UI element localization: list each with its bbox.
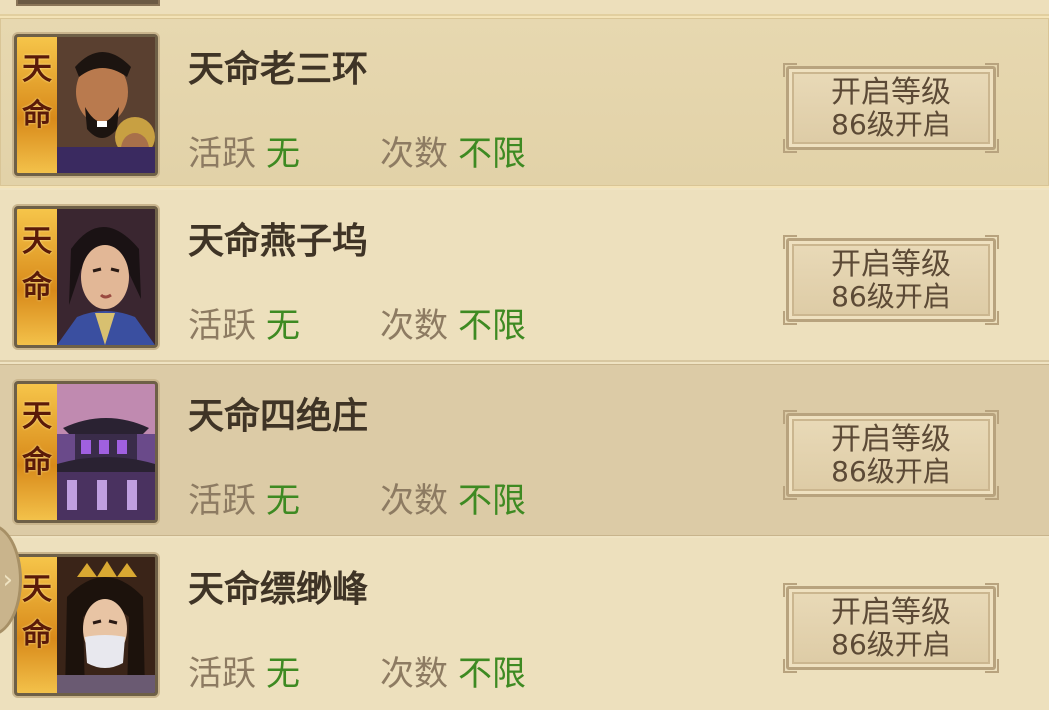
active-stat: 活跃无 [188, 126, 300, 175]
active-stat: 活跃无 [188, 473, 300, 522]
count-label: 次数 [380, 134, 448, 174]
count-stat: 次数 不限 [380, 126, 526, 175]
stage-portrait: 天命 [14, 206, 158, 348]
tianming-badge: 天命 [17, 209, 57, 345]
stage-row-piaomiaofeng[interactable]: 天命 天命缥缈峰 活跃无 次数 不限 开启等级 86级开启 [0, 538, 1049, 710]
stage-title: 天命缥缈峰 [188, 569, 369, 610]
stage-title: 天命燕子坞 [188, 221, 369, 262]
open-level-label: 开启等级 [831, 422, 951, 457]
count-label: 次数 [380, 306, 448, 346]
open-level-label: 开启等级 [831, 595, 951, 630]
open-level-value: 86级开启 [831, 108, 951, 141]
stage-portrait: 天命 [14, 34, 158, 176]
count-value: 不限 [458, 306, 526, 346]
open-level-button[interactable]: 开启等级 86级开启 [783, 63, 999, 153]
tianming-badge: 天命 [17, 384, 57, 520]
warlord-portrait-icon [57, 37, 155, 173]
veiled-woman-portrait-icon [57, 557, 155, 693]
stage-row-sijuezhuang[interactable]: 天命 天命四绝庄 活跃无 次数 不限 开启等级 86级开启 [0, 364, 1049, 536]
stage-row-laosanhuan[interactable]: 天命 天命老三环 活跃无 次数 不限 开启等级 86级开启 [0, 16, 1049, 188]
stage-portrait: 天命 [14, 554, 158, 696]
count-stat: 次数 不限 [380, 298, 526, 347]
pavilion-building-icon [57, 384, 155, 520]
active-value: 无 [266, 481, 300, 521]
open-level-label: 开启等级 [831, 247, 951, 282]
active-stat: 活跃无 [188, 646, 300, 695]
open-level-value: 86级开启 [831, 628, 951, 661]
open-level-value: 86级开启 [831, 280, 951, 313]
active-value: 无 [266, 306, 300, 346]
active-label: 活跃 [188, 654, 256, 694]
stage-portrait: 天命 [14, 381, 158, 523]
open-level-value: 86级开启 [831, 455, 951, 488]
count-stat: 次数 不限 [380, 646, 526, 695]
count-value: 不限 [458, 654, 526, 694]
tianming-badge: 天命 [17, 37, 57, 173]
active-label: 活跃 [188, 134, 256, 174]
previous-row-edge [0, 0, 1049, 16]
count-value: 不限 [458, 481, 526, 521]
count-stat: 次数 不限 [380, 473, 526, 522]
stage-row-yanziwu[interactable]: 天命 天命燕子坞 活跃无 次数 不限 开启等级 86级开启 [0, 190, 1049, 362]
count-label: 次数 [380, 481, 448, 521]
open-level-button[interactable]: 开启等级 86级开启 [783, 410, 999, 500]
count-label: 次数 [380, 654, 448, 694]
stage-title: 天命四绝庄 [188, 396, 369, 437]
chevron-right-icon: › [2, 565, 13, 595]
open-level-button[interactable]: 开启等级 86级开启 [783, 235, 999, 325]
young-swordsman-portrait-icon [57, 209, 155, 345]
count-value: 不限 [458, 134, 526, 174]
tianming-badge: 天命 [17, 557, 57, 693]
previous-portrait-frame [16, 0, 160, 6]
open-level-button[interactable]: 开启等级 86级开启 [783, 583, 999, 673]
active-value: 无 [266, 134, 300, 174]
active-label: 活跃 [188, 481, 256, 521]
active-label: 活跃 [188, 306, 256, 346]
stage-title: 天命老三环 [188, 49, 369, 90]
open-level-label: 开启等级 [831, 75, 951, 110]
active-value: 无 [266, 654, 300, 694]
active-stat: 活跃无 [188, 298, 300, 347]
